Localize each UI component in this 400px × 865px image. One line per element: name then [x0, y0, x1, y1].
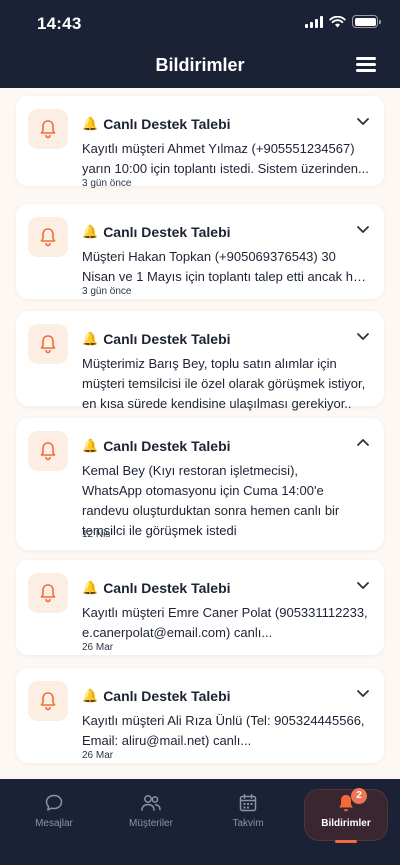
calendar-icon	[239, 794, 257, 812]
chevron-up-icon[interactable]	[356, 438, 370, 448]
bottom-navigation: Mesajlar Müşteriler Takvim 2 Bildirimler	[0, 779, 400, 865]
notification-title: 🔔 Canlı Destek Talebi	[82, 688, 231, 704]
users-icon	[141, 795, 161, 811]
status-bar: 14:43	[0, 0, 400, 46]
notification-date: 3 gün önce	[82, 178, 132, 189]
notification-body: Müşteri Hakan Topkan (+905069376543) 30 …	[82, 249, 365, 284]
page-title: Bildirimler	[155, 55, 245, 75]
status-icons	[305, 15, 381, 28]
notification-body: Kayıtlı müşteri Ali Rıza Ünlü (Tel: 9053…	[82, 713, 365, 748]
notification-title: 🔔 Canlı Destek Talebi	[82, 580, 231, 596]
bell-emoji-icon: 🔔	[82, 438, 99, 453]
notification-title: 🔔 Canlı Destek Talebi	[82, 224, 231, 240]
notification-date: 26 Mar	[82, 642, 114, 653]
nav-item-customers[interactable]: Müşteriler	[110, 790, 192, 840]
bell-emoji-icon: 🔔	[82, 224, 99, 239]
cellular-signal-icon	[305, 15, 323, 28]
notification-card[interactable]: 🔔 Canlı Destek Talebi Kayıtlı müşteri Em…	[16, 560, 384, 655]
chevron-down-icon[interactable]	[356, 688, 370, 698]
notification-count-badge: 2	[351, 788, 367, 804]
chevron-down-icon[interactable]	[356, 116, 370, 126]
hamburger-menu-button[interactable]	[356, 57, 376, 73]
nav-item-calendar[interactable]: Takvim	[207, 790, 289, 840]
bell-icon	[28, 217, 68, 257]
notification-title: 🔔 Canlı Destek Talebi	[82, 331, 231, 347]
nav-item-messages[interactable]: Mesajlar	[13, 790, 95, 840]
bell-emoji-icon: 🔔	[82, 688, 99, 703]
status-time: 14:43	[37, 14, 82, 33]
bell-emoji-icon: 🔔	[82, 580, 99, 595]
bell-icon	[28, 109, 68, 149]
chevron-down-icon[interactable]	[356, 331, 370, 341]
notification-date: 3 gün önce	[82, 286, 132, 297]
bell-emoji-icon: 🔔	[82, 116, 99, 131]
notification-card[interactable]: 🔔 Canlı Destek Talebi Kayıtlı müşteri Al…	[16, 668, 384, 763]
notification-body: Kemal Bey (Kıyı restoran işletmecisi), W…	[82, 463, 340, 538]
notification-body: Kayıtlı müşteri Ahmet Yılmaz (+905551234…	[82, 141, 369, 176]
chat-bubble-icon	[45, 794, 63, 811]
bell-icon	[28, 681, 68, 721]
notification-title: 🔔 Canlı Destek Talebi	[82, 438, 231, 454]
notification-date: 12 Nis	[82, 529, 111, 540]
notification-card[interactable]: 🔔 Canlı Destek Talebi Kayıtlı müşteri Ah…	[16, 96, 384, 189]
app-header: Bildirimler	[0, 46, 400, 88]
notification-card[interactable]: 🔔 Canlı Destek Talebi Müşteri Hakan Topk…	[16, 204, 384, 299]
nav-label: Müşteriler	[129, 818, 173, 829]
bell-icon	[28, 573, 68, 613]
chevron-down-icon[interactable]	[356, 580, 370, 590]
battery-icon	[352, 15, 381, 28]
notification-card[interactable]: 🔔 Canlı Destek Talebi Kemal Bey (Kıyı re…	[16, 418, 384, 550]
nav-label: Mesajlar	[35, 818, 73, 829]
wifi-icon	[329, 15, 346, 27]
notification-date: 26 Mar	[82, 750, 114, 761]
nav-item-notifications[interactable]: 2 Bildirimler	[305, 788, 387, 843]
nav-label: Takvim	[232, 818, 264, 829]
active-tab-indicator	[335, 840, 357, 843]
chevron-down-icon[interactable]	[356, 224, 370, 234]
bell-icon	[28, 324, 68, 364]
notification-list: 🔔 Canlı Destek Talebi Kayıtlı müşteri Ah…	[0, 88, 400, 779]
bell-emoji-icon: 🔔	[82, 331, 99, 346]
notification-card[interactable]: 🔔 Canlı Destek Talebi Müşterimiz Barış B…	[16, 311, 384, 411]
nav-label: Bildirimler	[321, 818, 371, 829]
bell-icon	[28, 431, 68, 471]
notification-body: Müşterimiz Barış Bey, toplu satın alımla…	[82, 356, 366, 411]
notification-title: 🔔 Canlı Destek Talebi	[82, 116, 231, 132]
notification-body: Kayıtlı müşteri Emre Caner Polat (905331…	[82, 605, 368, 640]
